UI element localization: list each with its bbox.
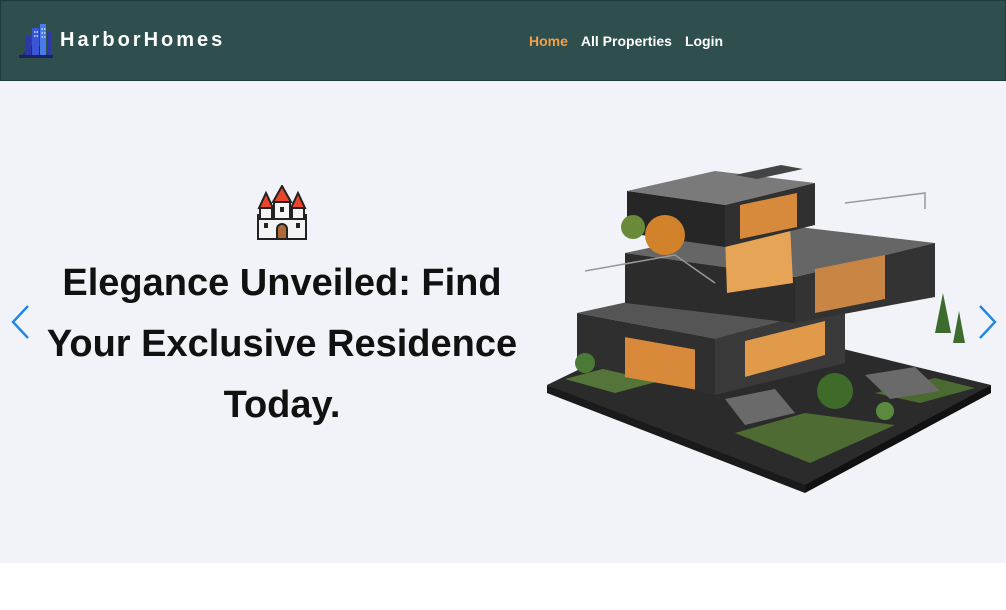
hero-carousel: Elegance Unveiled: Find Your Exclusive R… <box>0 81 1006 563</box>
nav-all-properties[interactable]: All Properties <box>581 33 672 49</box>
brand[interactable]: HarborHomes <box>19 21 225 59</box>
chevron-left-icon[interactable] <box>8 303 32 341</box>
nav-home[interactable]: Home <box>529 33 568 49</box>
castle-icon <box>257 185 307 240</box>
modern-house-illustration <box>547 165 991 493</box>
nav-login[interactable]: Login <box>685 33 723 49</box>
brand-name: HarborHomes <box>60 28 226 51</box>
chevron-right-icon[interactable] <box>976 303 1000 341</box>
main-nav: Home All Properties Login <box>529 33 723 49</box>
city-buildings-icon <box>19 24 53 58</box>
hero-headline: Elegance Unveiled: Find Your Exclusive R… <box>46 262 518 426</box>
top-navbar: HarborHomes Home All Properties Login <box>0 0 1006 81</box>
